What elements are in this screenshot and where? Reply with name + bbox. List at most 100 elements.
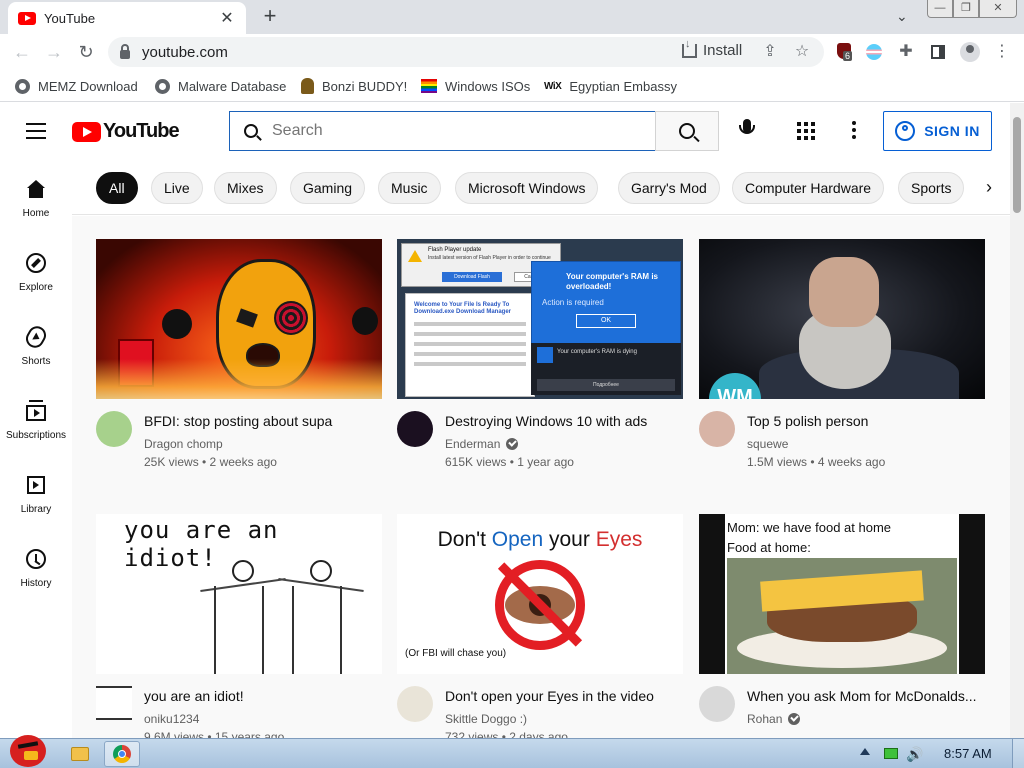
channel-name[interactable]: Rohan	[747, 712, 782, 726]
url-text: youtube.com	[142, 43, 228, 61]
video-title[interactable]: Destroying Windows 10 with ads	[445, 411, 647, 431]
ublock-extension-icon[interactable]: 6	[834, 42, 854, 62]
channel-name[interactable]: Enderman	[445, 437, 500, 451]
show-desktop-button[interactable]	[1012, 739, 1024, 768]
chip-computer-hardware[interactable]: Computer Hardware	[732, 172, 885, 204]
back-arrow-icon[interactable]: ←	[10, 40, 34, 64]
video-card[interactable]: BFDI: stop posting about supa Dragon cho…	[96, 239, 382, 469]
sidebar-item-history[interactable]: History	[0, 529, 72, 603]
youtube-wordmark: YouTube	[103, 120, 180, 142]
video-card[interactable]: WM Top 5 polish person squewe 1.5M views…	[699, 239, 985, 469]
bookmark-egyptian-embassy[interactable]: WiX Egyptian Embassy	[544, 76, 677, 96]
video-thumbnail[interactable]: WM	[699, 239, 985, 399]
extensions-puzzle-icon[interactable]: ✚	[896, 42, 916, 62]
maximize-button[interactable]: ❐	[953, 0, 979, 18]
sidebar-item-shorts[interactable]: Shorts	[0, 307, 72, 381]
chip-garrys-mod[interactable]: Garry's Mod	[618, 172, 720, 204]
channel-avatar[interactable]	[96, 686, 132, 720]
channel-avatar[interactable]	[397, 686, 433, 722]
show-hidden-icons-icon[interactable]	[860, 748, 870, 755]
channel-avatar[interactable]	[699, 411, 735, 447]
bookmark-star-icon[interactable]: ☆	[792, 42, 812, 62]
channel-avatar[interactable]	[96, 411, 132, 447]
video-card[interactable]: Flash Player update Install latest versi…	[397, 239, 683, 469]
youtube-play-icon	[72, 121, 101, 142]
start-button[interactable]	[4, 731, 48, 768]
minimize-button[interactable]: —	[927, 0, 953, 18]
video-title[interactable]: When you ask Mom for McDonalds...	[747, 686, 977, 706]
video-title[interactable]: you are an idiot!	[144, 686, 284, 706]
windows-taskbar: 🔊 8:57 AM	[0, 735, 1024, 768]
channel-avatar[interactable]	[397, 411, 433, 447]
video-thumbnail[interactable]: Mom: we have food at home Food at home:	[699, 514, 985, 674]
taskbar-file-explorer[interactable]	[62, 741, 98, 767]
youtube-header: YouTube SIGN IN	[0, 103, 1010, 159]
channel-avatar[interactable]	[699, 686, 735, 722]
volume-icon[interactable]: 🔊	[906, 746, 923, 763]
youtube-apps-grid-icon[interactable]	[797, 122, 815, 140]
tab-close-icon[interactable]: ✕	[218, 8, 236, 28]
library-icon	[27, 476, 45, 494]
video-title[interactable]: Top 5 polish person	[747, 411, 885, 431]
scrollbar-thumb[interactable]	[1013, 117, 1021, 213]
side-panel-icon[interactable]	[928, 42, 948, 62]
chip-all[interactable]: All	[96, 172, 138, 204]
tab-strip: YouTube ✕ + ⌄ — ❐ ✕	[0, 0, 1024, 34]
sign-in-button[interactable]: SIGN IN	[883, 111, 992, 151]
video-title[interactable]: Don't open your Eyes in the video	[445, 686, 654, 706]
window-close-button[interactable]: ✕	[979, 0, 1017, 18]
taskbar-chrome[interactable]	[104, 741, 140, 767]
sidebar-item-library[interactable]: Library	[0, 455, 72, 529]
pride-extension-icon[interactable]	[864, 42, 884, 62]
tab-youtube[interactable]: YouTube ✕	[8, 2, 246, 34]
video-title[interactable]: BFDI: stop posting about supa	[144, 411, 332, 431]
chip-gaming[interactable]: Gaming	[290, 172, 366, 204]
search-input[interactable]	[272, 122, 632, 140]
menu-hamburger-icon[interactable]	[26, 123, 46, 139]
search-button[interactable]	[655, 111, 719, 151]
lock-icon[interactable]	[120, 44, 130, 59]
channel-name[interactable]: Dragon chomp	[144, 437, 223, 451]
chip-sports[interactable]: Sports	[898, 172, 965, 204]
channel-name[interactable]: squewe	[747, 437, 788, 451]
profile-avatar-icon[interactable]	[960, 42, 980, 62]
video-card[interactable]: Don't Open your Eyes (Or FBI will chase …	[397, 514, 683, 738]
bookmark-malware-database[interactable]: Malware Database	[155, 76, 286, 96]
voice-search-button[interactable]	[735, 119, 759, 143]
video-thumbnail[interactable]: Flash Player update Install latest versi…	[397, 239, 683, 399]
chrome-icon	[113, 745, 131, 763]
reload-icon[interactable]: ↻	[74, 40, 98, 64]
home-icon	[27, 180, 45, 198]
forward-arrow-icon[interactable]: →	[42, 40, 66, 64]
channel-name[interactable]: Skittle Doggo :)	[445, 712, 527, 726]
chrome-menu-icon[interactable]: ⋮	[992, 42, 1012, 62]
chip-music[interactable]: Music	[378, 172, 441, 204]
page-scrollbar[interactable]	[1010, 103, 1024, 738]
settings-more-icon[interactable]	[852, 121, 856, 139]
video-card[interactable]: you are an idiot! you are an idiot! onik…	[96, 514, 382, 738]
bookmark-windows-isos[interactable]: Windows ISOs	[421, 76, 530, 96]
search-box[interactable]	[229, 111, 656, 151]
share-icon[interactable]: ⇪	[760, 42, 780, 62]
video-card[interactable]: Mom: we have food at home Food at home: …	[699, 514, 985, 726]
battery-icon[interactable]	[884, 748, 898, 759]
chip-live[interactable]: Live	[151, 172, 203, 204]
video-thumbnail[interactable]: you are an idiot!	[96, 514, 382, 674]
sidebar-item-explore[interactable]: Explore	[0, 233, 72, 307]
video-stats: 615K views • 1 year ago	[445, 455, 574, 469]
sidebar-item-subscriptions[interactable]: Subscriptions	[0, 381, 72, 455]
chip-microsoft-windows[interactable]: Microsoft Windows	[455, 172, 599, 204]
new-tab-button[interactable]: +	[258, 5, 282, 27]
chips-next-chevron-icon[interactable]: ›	[968, 159, 1010, 214]
youtube-logo[interactable]: YouTube	[72, 120, 180, 143]
install-app-button[interactable]: Install	[682, 38, 742, 59]
tab-search-chevron-icon[interactable]: ⌄	[896, 8, 908, 25]
taskbar-clock[interactable]: 8:57 AM	[944, 746, 992, 761]
video-thumbnail[interactable]: Don't Open your Eyes (Or FBI will chase …	[397, 514, 683, 674]
chip-mixes[interactable]: Mixes	[214, 172, 277, 204]
channel-name[interactable]: oniku1234	[144, 712, 199, 726]
sidebar-item-home[interactable]: Home	[0, 159, 72, 233]
video-thumbnail[interactable]	[96, 239, 382, 399]
bookmark-bonzi-buddy[interactable]: Bonzi BUDDY!	[301, 76, 407, 96]
bookmark-memz[interactable]: MEMZ Download	[15, 76, 138, 96]
